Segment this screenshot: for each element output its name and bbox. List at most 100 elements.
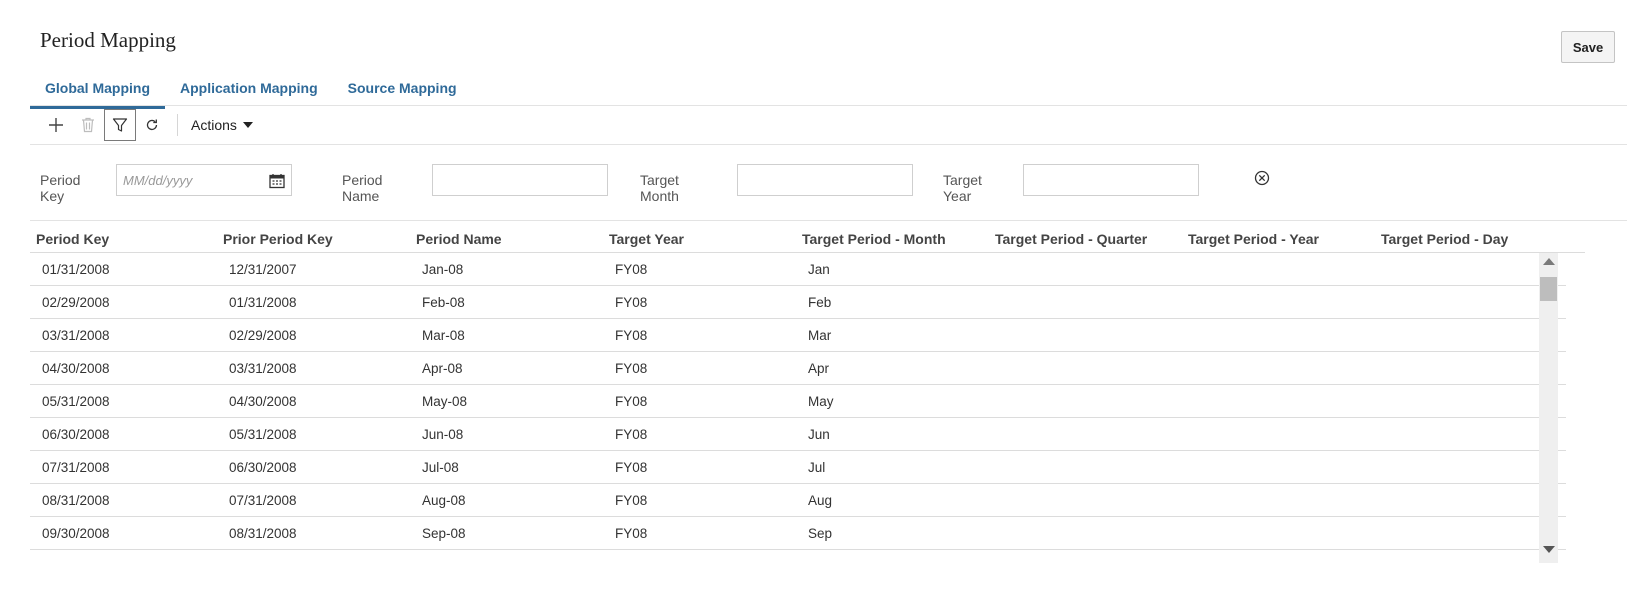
table-cell: 06/30/2008 [229,460,297,475]
table-cell: Feb [808,295,832,310]
scroll-up-arrow-icon[interactable] [1543,258,1555,265]
column-header[interactable]: Period Key [36,231,109,247]
table-row[interactable]: 05/31/2008 04/30/2008 May-08 FY08 May [30,385,1566,418]
scroll-down-arrow-icon[interactable] [1543,546,1555,553]
table-cell: FY08 [615,526,648,541]
table-cell: FY08 [615,427,648,442]
target-year-filter-label: Target Year [943,172,982,204]
column-header[interactable]: Target Period - Day [1381,231,1508,247]
tab-source-mapping[interactable]: Source Mapping [333,76,472,106]
table-cell: Mar-08 [422,328,465,343]
save-button[interactable]: Save [1561,31,1615,63]
table-cell: 01/31/2008 [42,262,110,277]
table-cell: FY08 [615,493,648,508]
table-row[interactable]: 09/30/2008 08/31/2008 Sep-08 FY08 Sep [30,517,1566,550]
target-year-filter-input[interactable] [1023,164,1199,196]
table-cell: Jul-08 [422,460,459,475]
plus-icon [49,118,63,132]
vertical-scrollbar[interactable] [1539,253,1558,563]
period-key-filter-input[interactable]: MM/dd/yyyy [116,164,292,196]
table-cell: Apr-08 [422,361,463,376]
table-cell: 12/31/2007 [229,262,297,277]
table-cell: 03/31/2008 [42,328,110,343]
table-row[interactable]: 04/30/2008 03/31/2008 Apr-08 FY08 Apr [30,352,1566,385]
period-mapping-table: Period Key Prior Period Key Period Name Tar… [30,225,1585,558]
toolbar: Actions [40,109,257,141]
table-cell: 08/31/2008 [229,526,297,541]
table-cell: Feb-08 [422,295,465,310]
table-cell: FY08 [615,460,648,475]
toolbar-divider [30,144,1627,145]
caret-down-icon [242,122,253,128]
refresh-button[interactable] [136,109,168,141]
table-cell: FY08 [615,361,648,376]
period-name-filter-label: Period Name [342,172,383,204]
page-title: Period Mapping [40,28,176,52]
add-button[interactable] [40,109,72,141]
table-cell: Mar [808,328,832,343]
period-key-placeholder: MM/dd/yyyy [123,173,193,188]
table-row[interactable]: 06/30/2008 05/31/2008 Jun-08 FY08 Jun [30,418,1566,451]
table-cell: 08/31/2008 [42,493,110,508]
table-cell: Jun [808,427,830,442]
calendar-icon[interactable] [269,173,285,189]
target-month-filter-input[interactable] [737,164,913,196]
table-cell: 09/30/2008 [42,526,110,541]
filters-divider [30,220,1627,221]
table-row[interactable]: 07/31/2008 06/30/2008 Jul-08 FY08 Jul [30,451,1566,484]
table-row[interactable]: 01/31/2008 12/31/2007 Jan-08 FY08 Jan [30,253,1566,286]
table-cell: Jan [808,262,830,277]
table-cell: 02/29/2008 [42,295,110,310]
toolbar-separator [177,114,178,136]
clear-filter-icon[interactable] [1254,170,1270,186]
trash-icon [82,117,94,133]
column-header[interactable]: Period Name [416,231,502,247]
actions-label: Actions [191,117,237,133]
column-header[interactable]: Prior Period Key [223,231,333,247]
table-cell: FY08 [615,295,648,310]
column-header[interactable]: Target Period - Quarter [995,231,1147,247]
column-header[interactable]: Target Period - Month [802,231,946,247]
column-header[interactable]: Target Period - Year [1188,231,1319,247]
tab-bar: Global Mapping Application Mapping Sourc… [30,76,472,109]
table-cell: 05/31/2008 [229,427,297,442]
actions-menu[interactable]: Actions [187,117,257,133]
table-header: Period Key Prior Period Key Period Name Tar… [30,225,1585,253]
table-cell: Sep [808,526,833,541]
table-cell: 07/31/2008 [229,493,297,508]
table-cell: 03/31/2008 [229,361,297,376]
table-cell: Sep-08 [422,526,466,541]
table-body: 01/31/2008 12/31/2007 Jan-08 FY08 Jan 02/29/2… [30,253,1585,558]
table-cell: Aug-08 [422,493,466,508]
table-row[interactable]: 02/29/2008 01/31/2008 Feb-08 FY08 Feb [30,286,1566,319]
table-cell: 04/30/2008 [42,361,110,376]
table-cell: 07/31/2008 [42,460,110,475]
tabs-divider [30,105,1627,106]
table-cell: FY08 [615,394,648,409]
target-month-filter-label: Target Month [640,172,679,204]
table-cell: 02/29/2008 [229,328,297,343]
table-cell: FY08 [615,328,648,343]
delete-button[interactable] [72,109,104,141]
table-cell: Aug [808,493,833,508]
filter-icon [112,118,128,132]
period-key-filter-label: Period Key [40,172,81,204]
table-cell: Jul [808,460,826,475]
table-cell: 01/31/2008 [229,295,297,310]
column-header[interactable]: Target Year [609,231,684,247]
tab-application-mapping[interactable]: Application Mapping [165,76,333,106]
filter-button[interactable] [104,109,136,141]
table-cell: 05/31/2008 [42,394,110,409]
table-cell: 04/30/2008 [229,394,297,409]
table-cell: May-08 [422,394,468,409]
table-cell: 06/30/2008 [42,427,110,442]
scrollbar-thumb[interactable] [1540,277,1557,301]
table-cell: Jun-08 [422,427,464,442]
period-name-filter-input[interactable] [432,164,608,196]
refresh-icon [146,119,158,131]
table-cell: Apr [808,361,830,376]
table-row[interactable]: 08/31/2008 07/31/2008 Aug-08 FY08 Aug [30,484,1566,517]
table-cell: Jan-08 [422,262,464,277]
table-row[interactable]: 03/31/2008 02/29/2008 Mar-08 FY08 Mar [30,319,1566,352]
table-cell: FY08 [615,262,648,277]
